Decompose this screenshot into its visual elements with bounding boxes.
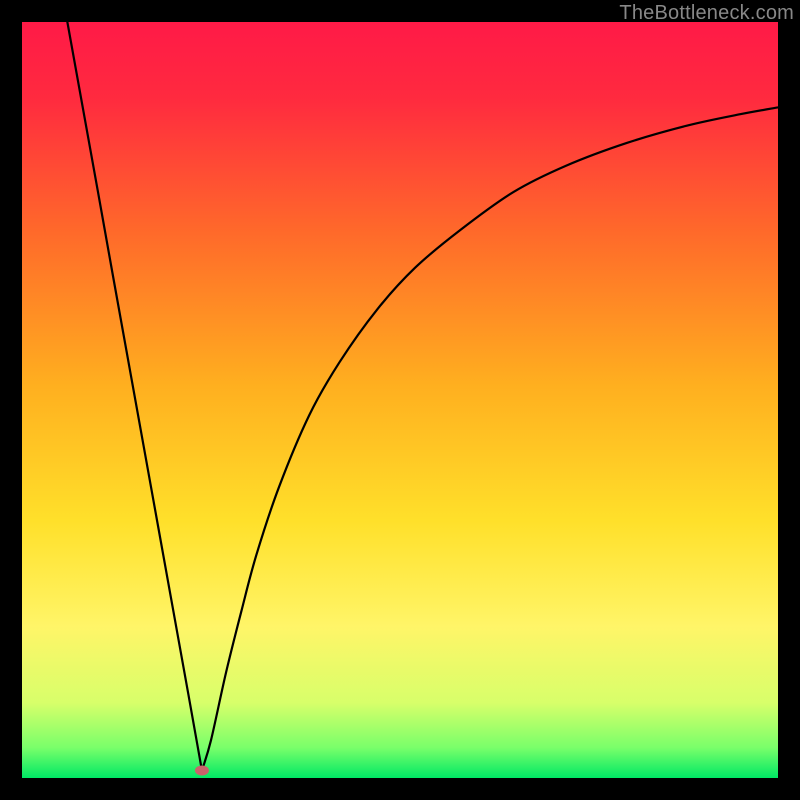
bottleneck-chart (22, 22, 778, 778)
watermark-text: TheBottleneck.com (619, 2, 794, 25)
plot-frame (22, 22, 778, 778)
min-marker (195, 765, 209, 775)
